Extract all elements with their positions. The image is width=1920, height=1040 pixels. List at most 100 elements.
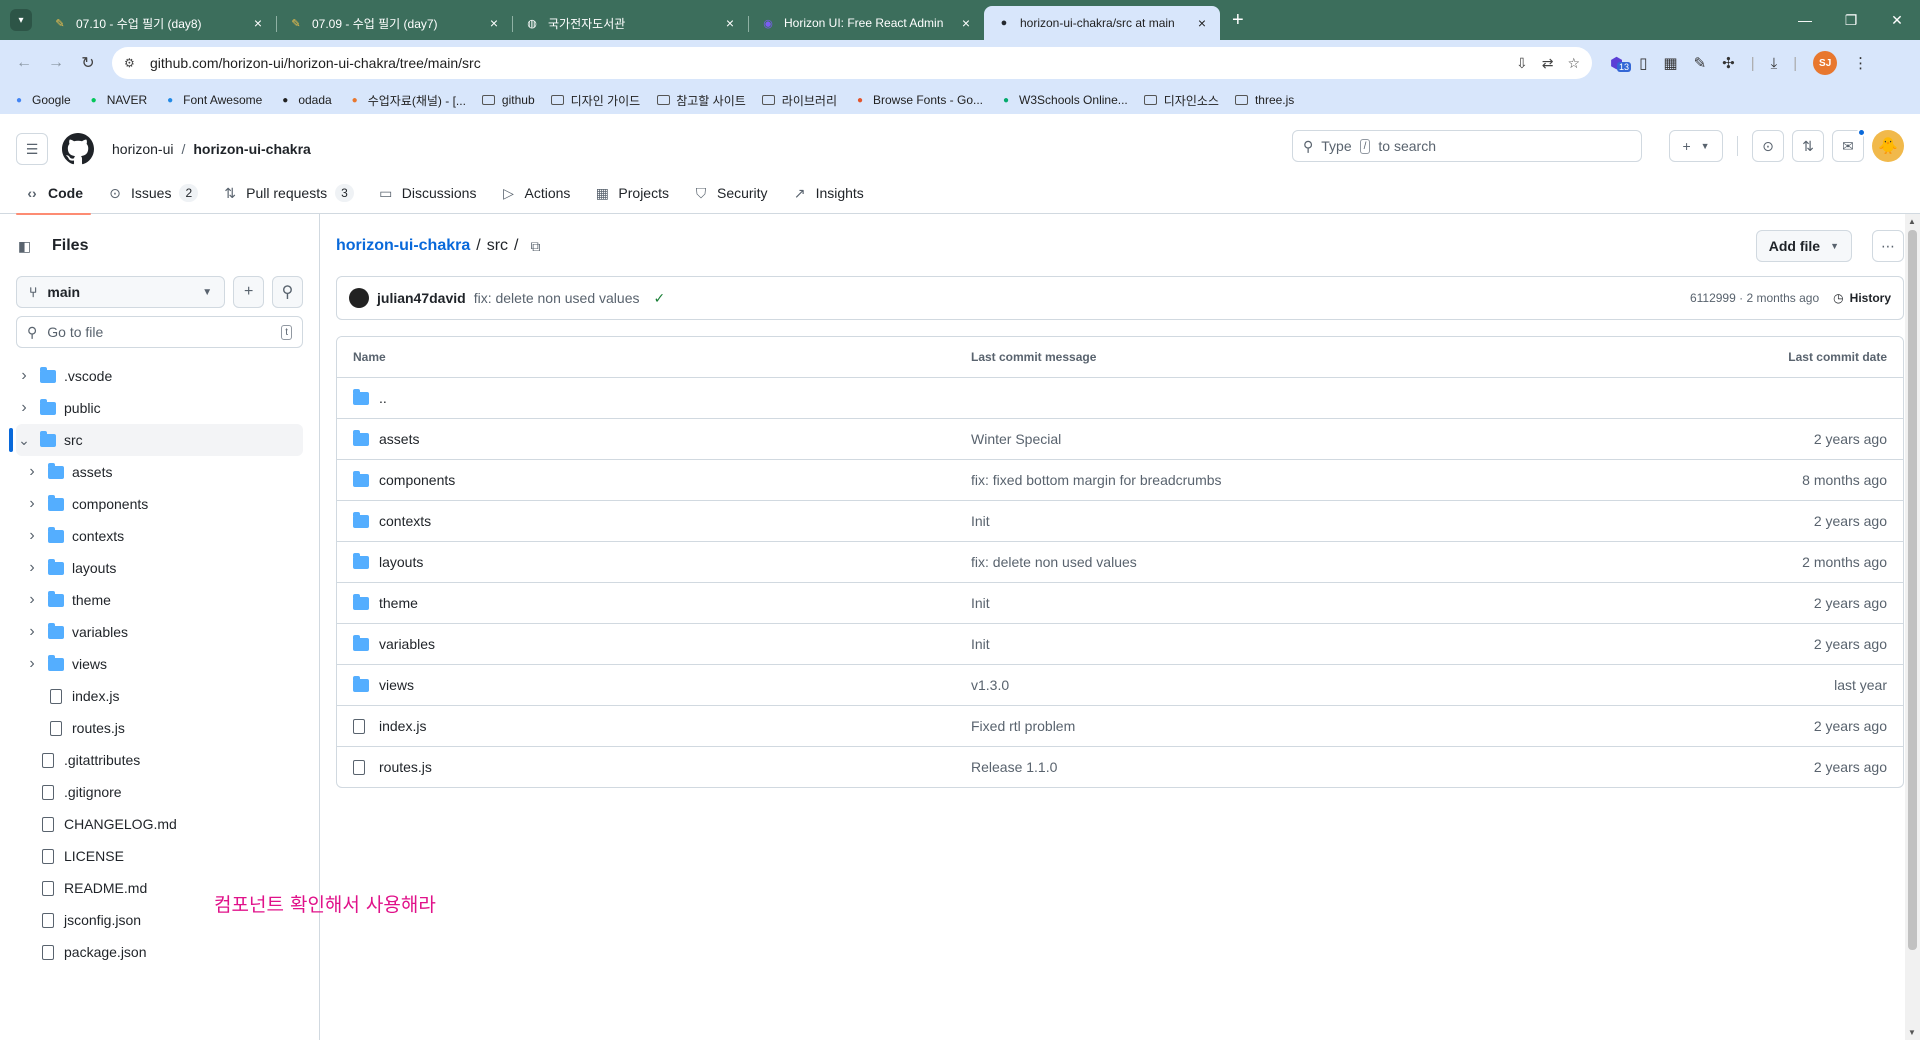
tree-item[interactable]: LICENSE (16, 840, 303, 872)
tab-close-icon[interactable]: × (486, 15, 502, 31)
commit-message-link[interactable]: Init (971, 636, 1687, 652)
file-name-link[interactable]: variables (379, 636, 435, 652)
browser-tab[interactable]: ◉ Horizon UI: Free React Admin × (748, 6, 984, 40)
history-button[interactable]: ◷ History (1833, 291, 1891, 305)
chevron-right-icon[interactable]: › (24, 655, 40, 673)
file-name-link[interactable]: .. (379, 390, 387, 406)
commit-message-link[interactable]: Fixed rtl problem (971, 718, 1687, 734)
tab-close-icon[interactable]: × (958, 15, 974, 31)
tree-item[interactable]: .gitignore (16, 776, 303, 808)
add-file-button[interactable]: Add file ▼ (1755, 230, 1852, 262)
commit-message-link[interactable]: Winter Special (971, 431, 1687, 447)
repo-owner-link[interactable]: horizon-ui (112, 141, 173, 157)
pull-requests-button[interactable]: ⇅ (1792, 130, 1824, 162)
scroll-up-arrow[interactable]: ▲ (1908, 217, 1916, 226)
new-tab-button[interactable]: + (1232, 9, 1244, 32)
address-bar[interactable]: ⚙ github.com/horizon-ui/horizon-ui-chakr… (112, 47, 1592, 79)
table-row[interactable]: variables Init 2 years ago (337, 623, 1903, 664)
copy-path-icon[interactable]: ⧉ (530, 238, 540, 255)
pen-icon[interactable]: ✎ (1694, 54, 1707, 72)
commit-message-link[interactable]: Init (971, 513, 1687, 529)
file-name-link[interactable]: index.js (379, 718, 426, 734)
tree-item[interactable]: › contexts (16, 520, 303, 552)
bookmark-item[interactable]: 디자인소스 (1144, 92, 1219, 109)
bookmark-item[interactable]: ● Google (12, 93, 71, 107)
tab-pull-requests[interactable]: ⇅ Pull requests 3 (214, 172, 362, 214)
tab-security[interactable]: ⛉ Security (685, 172, 776, 214)
bookmark-item[interactable]: ● NAVER (87, 93, 147, 107)
reader-icon[interactable]: ▯ (1639, 54, 1647, 72)
minimize-button[interactable]: — (1782, 0, 1828, 40)
close-window-button[interactable]: ✕ (1874, 0, 1920, 40)
install-icon[interactable]: ⇩ (1516, 55, 1528, 72)
extension-icon[interactable]: ⬢13 (1610, 54, 1632, 72)
table-row[interactable]: layouts fix: delete non used values 2 mont… (337, 541, 1903, 582)
commit-author-avatar[interactable] (349, 288, 369, 308)
download-icon[interactable]: ⤓ (1771, 55, 1778, 72)
forward-button[interactable]: → (42, 49, 70, 77)
chevron-right-icon[interactable]: › (16, 367, 32, 385)
file-name-link[interactable]: theme (379, 595, 418, 611)
tree-item[interactable]: › variables (16, 616, 303, 648)
tab-close-icon[interactable]: × (722, 15, 738, 31)
menu-dots-icon[interactable]: ⋮ (1853, 54, 1868, 72)
file-name-link[interactable]: assets (379, 431, 419, 447)
browser-tab[interactable]: ● horizon-ui-chakra/src at main × (984, 6, 1220, 40)
user-avatar[interactable]: 🐥 (1872, 130, 1904, 162)
browser-tab[interactable]: ◍ 국가전자도서관 × (512, 6, 748, 40)
reload-button[interactable]: ↻ (74, 49, 102, 77)
tab-close-icon[interactable]: × (1194, 15, 1210, 31)
path-root-link[interactable]: horizon-ui-chakra (336, 237, 470, 255)
profile-avatar[interactable]: SJ (1813, 51, 1838, 75)
table-row[interactable]: index.js Fixed rtl problem 2 years ago (337, 705, 1903, 746)
tree-item[interactable]: ⌄ src (9, 424, 303, 456)
tree-item[interactable]: › views (16, 648, 303, 680)
tree-item[interactable]: › .vscode (16, 360, 303, 392)
table-row[interactable]: views v1.3.0 last year (337, 664, 1903, 705)
tree-item[interactable]: routes.js (16, 712, 303, 744)
bookmark-item[interactable]: 디자인 가이드 (551, 92, 640, 109)
search-input[interactable]: ⚲ Type / to search (1292, 130, 1642, 162)
tree-item[interactable]: › assets (16, 456, 303, 488)
bookmark-item[interactable]: github (482, 93, 535, 107)
inbox-button[interactable]: ✉ (1832, 128, 1866, 162)
table-row[interactable]: .. (337, 377, 1903, 418)
branch-selector[interactable]: ⑂ main ▼ (16, 276, 226, 308)
chevron-right-icon[interactable]: › (24, 623, 40, 641)
more-options-button[interactable]: ⋯ (1872, 230, 1904, 262)
tree-item[interactable]: CHANGELOG.md (16, 808, 303, 840)
chevron-right-icon[interactable]: › (24, 591, 40, 609)
browser-tab[interactable]: ✎ 07.09 - 수업 필기 (day7) × (276, 6, 512, 40)
tab-issues[interactable]: ⊙ Issues 2 (99, 172, 206, 214)
sidebar-collapse-icon[interactable]: ◧ (18, 238, 38, 255)
bookmark-item[interactable]: three.js (1235, 93, 1294, 107)
color-picker-icon[interactable]: ▦ (1663, 54, 1677, 72)
tab-discussions[interactable]: ▭ Discussions (370, 172, 485, 214)
file-name-link[interactable]: layouts (379, 554, 423, 570)
add-file-icon-button[interactable]: + (233, 276, 265, 308)
commit-author[interactable]: julian47david (377, 290, 466, 306)
tree-item[interactable]: .gitattributes (16, 744, 303, 776)
commit-message-link[interactable]: fix: fixed bottom margin for breadcrumbs (971, 472, 1687, 488)
tree-item[interactable]: › public (16, 392, 303, 424)
tree-item[interactable]: package.json (16, 936, 303, 968)
restore-button[interactable]: ❐ (1828, 0, 1874, 40)
tab-insights[interactable]: ↗ Insights (784, 172, 872, 214)
go-to-file-input[interactable]: ⚲ Go to file t (16, 316, 303, 348)
bookmark-item[interactable]: ● odada (278, 93, 331, 107)
file-name-link[interactable]: contexts (379, 513, 431, 529)
tab-projects[interactable]: ▦ Projects (586, 172, 677, 214)
hamburger-menu-button[interactable]: ☰ (16, 133, 48, 165)
table-row[interactable]: components fix: fixed bottom margin for b… (337, 459, 1903, 500)
scroll-down-arrow[interactable]: ▼ (1908, 1028, 1916, 1037)
chevron-right-icon[interactable]: › (16, 399, 32, 417)
commit-message-link[interactable]: Release 1.1.0 (971, 759, 1687, 775)
tab-close-icon[interactable]: × (250, 15, 266, 31)
chevron-right-icon[interactable]: › (24, 559, 40, 577)
table-row[interactable]: routes.js Release 1.1.0 2 years ago (337, 746, 1903, 787)
back-button[interactable]: ← (10, 49, 38, 77)
tab-actions[interactable]: ▷ Actions (492, 172, 578, 214)
search-files-button[interactable]: ⚲ (272, 276, 303, 308)
tree-item[interactable]: › theme (16, 584, 303, 616)
browser-tab[interactable]: ✎ 07.10 - 수업 필기 (day8) × (40, 6, 276, 40)
